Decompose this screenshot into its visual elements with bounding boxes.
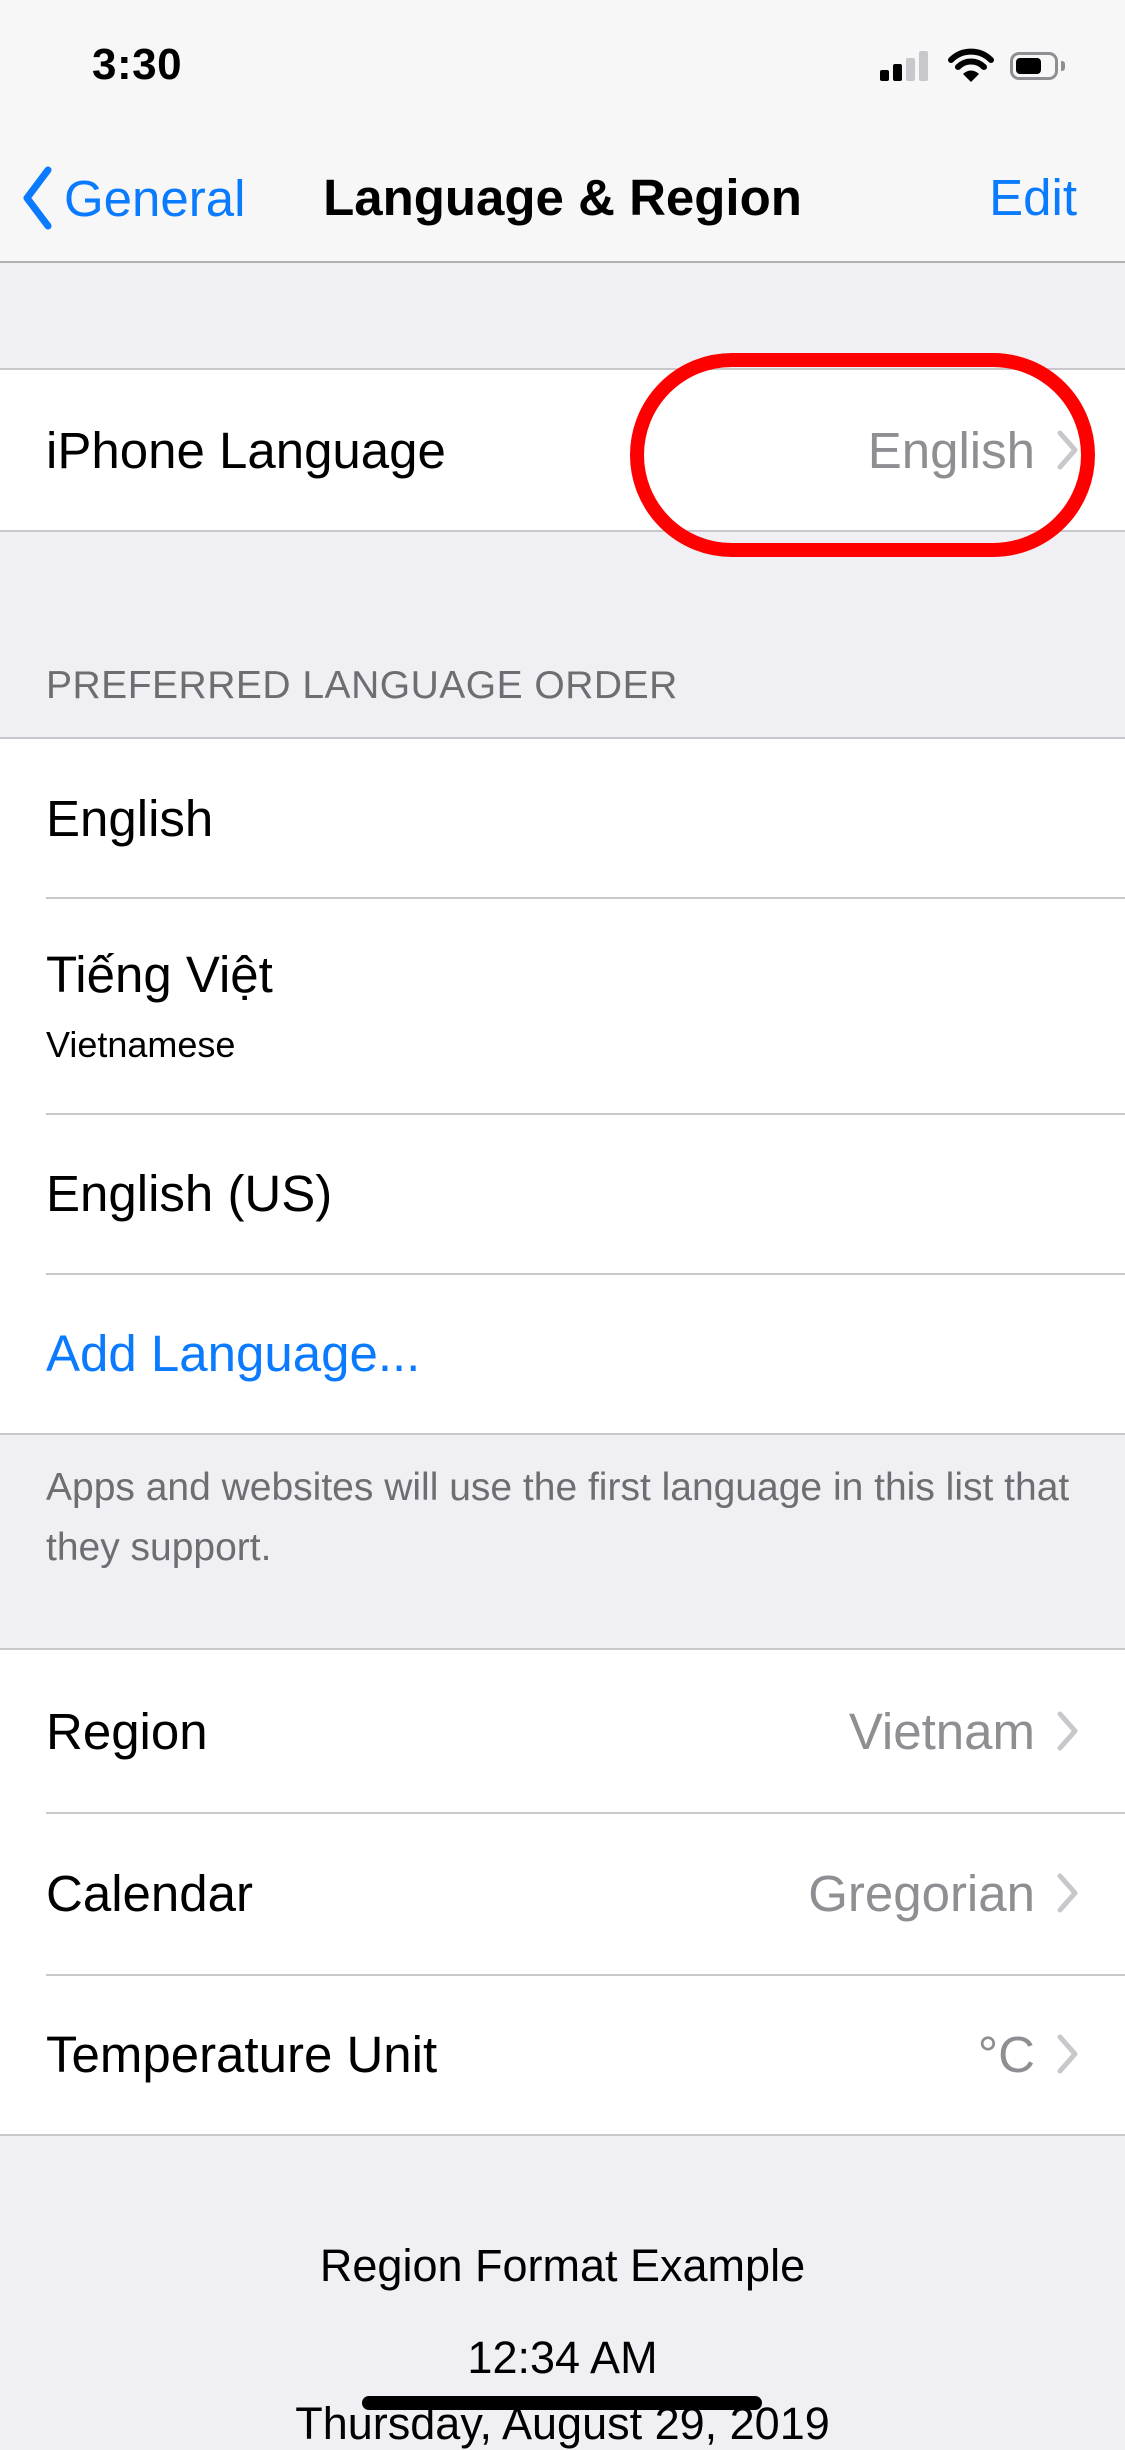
region-value: Vietnam [848, 1702, 1035, 1760]
add-language-button[interactable]: Add Language... [0, 1273, 1125, 1433]
chevron-right-icon [1057, 2034, 1078, 2074]
iphone-language-value: English [867, 421, 1035, 479]
region-label: Region [46, 1702, 208, 1760]
chevron-right-icon [1057, 1873, 1078, 1913]
region-format-example-time: 12:34 AM [467, 2332, 658, 2383]
battery-icon [1010, 52, 1058, 80]
signal-bar [893, 64, 902, 81]
status-time: 3:30 [92, 40, 183, 89]
chevron-right-icon [1057, 430, 1078, 470]
iphone-language-group: iPhone Language English [0, 368, 1125, 532]
preferred-language-footer: Apps and websites will use the first lan… [46, 1466, 1070, 1569]
preferred-language-header: PREFERRED LANGUAGE ORDER [46, 664, 678, 707]
language-label: English [46, 789, 214, 847]
language-sublabel: Vietnamese [46, 1023, 236, 1065]
chevron-right-icon [1057, 1711, 1078, 1751]
language-item[interactable]: Tiếng Việt Vietnamese [0, 897, 1125, 1113]
signal-bar [880, 70, 889, 81]
temperature-unit-row[interactable]: Temperature Unit °C [0, 1974, 1125, 2134]
calendar-row[interactable]: Calendar Gregorian [0, 1812, 1125, 1974]
temperature-unit-label: Temperature Unit [46, 2025, 438, 2083]
calendar-label: Calendar [46, 1864, 253, 1922]
back-button-label: General [64, 169, 246, 227]
wifi-icon [948, 48, 994, 87]
region-settings-group: Region Vietnam Calendar Gregorian Temper… [0, 1648, 1125, 2136]
language-item[interactable]: English (US) [0, 1113, 1125, 1273]
language-label: Tiếng Việt [46, 945, 273, 1003]
temperature-unit-value: °C [977, 2025, 1035, 2083]
battery-fill [1016, 58, 1042, 74]
iphone-language-label: iPhone Language [46, 421, 446, 479]
back-button[interactable]: General [22, 166, 245, 230]
cellular-signal-icon [880, 51, 930, 81]
iphone-language-row[interactable]: iPhone Language English [0, 370, 1125, 530]
chevron-left-icon [23, 166, 52, 230]
edit-button[interactable]: Edit [989, 168, 1077, 227]
battery-nub [1061, 61, 1065, 71]
region-row[interactable]: Region Vietnam [0, 1650, 1125, 1812]
signal-bar [919, 51, 928, 81]
region-format-example-title: Region Format Example [319, 2240, 806, 2291]
preferred-language-group: English Tiếng Việt Vietnamese English (U… [0, 737, 1125, 1435]
home-indicator[interactable] [362, 2396, 762, 2410]
status-bar: 3:30 [0, 0, 1125, 130]
navigation-bar: Language & Region General Edit [0, 130, 1125, 263]
calendar-value: Gregorian [808, 1864, 1035, 1922]
language-label: English (US) [46, 1164, 333, 1222]
add-language-label: Add Language... [46, 1324, 421, 1382]
language-item[interactable]: English [0, 739, 1125, 897]
signal-bar [906, 58, 915, 81]
